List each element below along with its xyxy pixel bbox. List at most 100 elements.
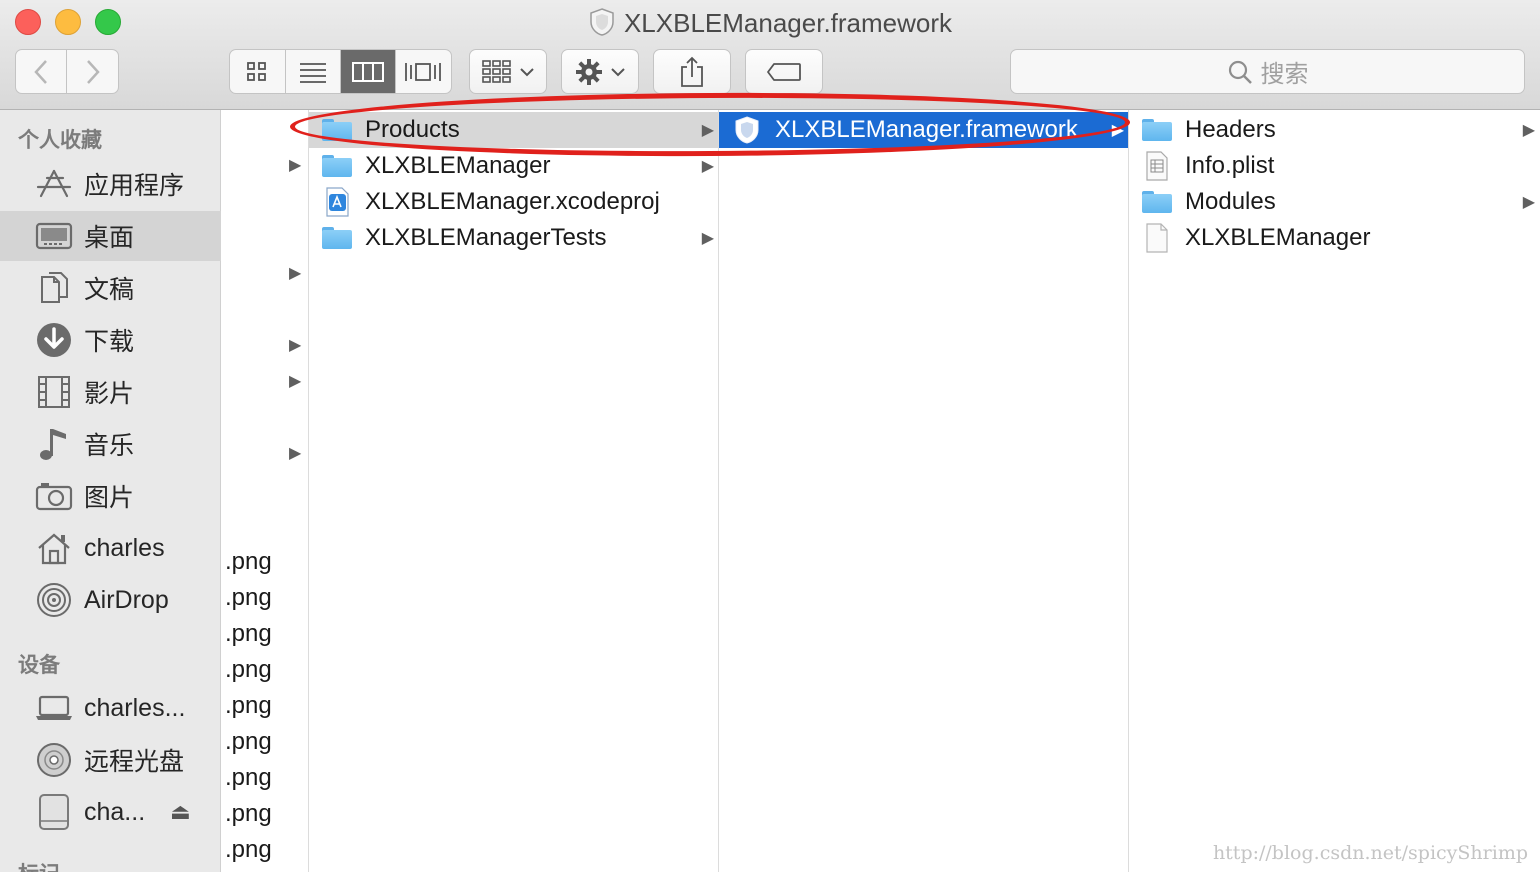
window-title-bar: XLXBLEManager.framework (0, 6, 1540, 45)
sidebar-section-devices: 设备 (18, 654, 60, 677)
column-view-button[interactable] (341, 50, 396, 93)
sidebar-item-home[interactable]: charles (0, 523, 221, 573)
sidebar-item-pictures[interactable]: 图片 (0, 471, 221, 521)
item-label: XLXBLEManagerTests (365, 224, 607, 251)
chevron-down-icon (611, 67, 625, 76)
xcodeproj-icon (321, 187, 353, 217)
sidebar-item-desktop[interactable]: 桌面 (0, 211, 221, 261)
file-name-fragment[interactable]: .png (225, 584, 272, 612)
sidebar-item-airdrop[interactable]: AirDrop (0, 575, 221, 625)
window-title: XLXBLEManager.framework (623, 8, 953, 38)
tags-button[interactable] (745, 49, 823, 94)
item-label: Info.plist (1185, 152, 1275, 179)
back-button[interactable] (16, 50, 68, 93)
sidebar-item-label: AirDrop (84, 585, 169, 614)
gear-icon (576, 58, 602, 85)
icon-view-button[interactable] (230, 50, 286, 93)
browser-column-2: XLXBLEManager.framework ▶ (719, 110, 1129, 872)
window-toolbar: XLXBLEManager.framework 搜索 (0, 0, 1540, 110)
disclosure-arrow-icon: ▶ (289, 157, 302, 174)
sidebar-item-label: 应用程序 (84, 172, 185, 200)
eject-icon[interactable]: ⏏ (170, 799, 191, 825)
item-label: XLXBLEManager.xcodeproj (365, 188, 660, 215)
watermark: http://blog.csdn.net/spicyShrimp (1212, 842, 1528, 864)
disclosure-arrow-icon: ▶ (701, 122, 714, 139)
sidebar-item-label: 桌面 (84, 224, 135, 252)
folder-icon (1141, 188, 1173, 216)
sidebar-item-label: 影片 (84, 380, 135, 408)
disclosure-arrow-icon: ▶ (289, 445, 302, 462)
action-menu-button[interactable] (561, 49, 639, 94)
file-name-fragment[interactable]: .png (225, 800, 272, 828)
sidebar: 个人收藏 应用程序 桌面 文稿 下载 影片 音乐 图片 charles AirD… (0, 110, 221, 872)
sidebar-item-external-drive[interactable]: cha... ⏏ (0, 787, 221, 837)
sidebar-item-computer[interactable]: charles... (0, 683, 221, 733)
blank-file-icon (1141, 223, 1173, 253)
applications-icon (34, 167, 74, 201)
list-view-button[interactable] (286, 50, 341, 93)
disclosure-arrow-icon: ▶ (289, 337, 302, 354)
cover-flow-view-button[interactable] (396, 50, 451, 93)
sidebar-item-applications[interactable]: 应用程序 (0, 159, 221, 209)
browser-column-1: Products ▶ XLXBLEManager ▶ XLXBLEManager… (309, 110, 719, 872)
disclosure-arrow-icon: ▶ (1522, 194, 1535, 211)
disc-icon (34, 743, 74, 777)
item-label: Products (365, 116, 460, 143)
browser-column-3: Headers ▶ Info.plist Modules ▶ XLXBLEMan… (1129, 110, 1540, 872)
nav-buttons (15, 49, 119, 94)
sidebar-item-label: charles (84, 533, 165, 562)
arrange-menu-button[interactable] (469, 49, 547, 94)
sidebar-item-downloads[interactable]: 下载 (0, 315, 221, 365)
external-drive-icon (34, 794, 74, 830)
list-item-xlxblemanager-binary[interactable]: XLXBLEManager (1129, 220, 1539, 256)
list-item-framework[interactable]: XLXBLEManager.framework ▶ (719, 112, 1128, 148)
sidebar-item-music[interactable]: 音乐 (0, 419, 221, 469)
chevron-right-icon (86, 59, 100, 84)
sidebar-item-movies[interactable]: 影片 (0, 367, 221, 417)
file-name-fragment[interactable]: .png (225, 548, 272, 576)
chevron-down-icon (520, 67, 534, 76)
sidebar-item-remote-disc[interactable]: 远程光盘 (0, 735, 221, 785)
file-name-fragment[interactable]: .png (225, 836, 272, 864)
arrange-grid-icon (482, 59, 511, 83)
tag-icon (767, 62, 801, 81)
sidebar-section-favorites: 个人收藏 (18, 129, 102, 152)
browser-column-0: ▶ ▶ ▶ ▶ ▶ .png .png .png .png .png .png … (221, 110, 309, 872)
list-item-xlxblemanagertests[interactable]: XLXBLEManagerTests ▶ (309, 220, 718, 256)
item-label: Headers (1185, 116, 1276, 143)
search-field[interactable]: 搜索 (1010, 49, 1525, 94)
sidebar-item-label: cha... (84, 797, 146, 826)
sidebar-item-documents[interactable]: 文稿 (0, 263, 221, 313)
sidebar-item-label: 音乐 (84, 432, 135, 460)
folder-icon (321, 152, 353, 180)
sidebar-item-label: charles... (84, 693, 186, 722)
list-item-info-plist[interactable]: Info.plist (1129, 148, 1539, 184)
sidebar-item-label: 图片 (84, 484, 135, 512)
share-button[interactable] (653, 49, 731, 94)
folder-icon (321, 224, 353, 252)
folder-icon (1141, 116, 1173, 144)
disclosure-arrow-icon: ▶ (289, 373, 302, 390)
item-label: Modules (1185, 188, 1276, 215)
file-name-fragment[interactable]: .png (225, 656, 272, 684)
disclosure-arrow-icon: ▶ (289, 265, 302, 282)
list-item-xlxblemanager-folder[interactable]: XLXBLEManager ▶ (309, 148, 718, 184)
item-label: XLXBLEManager (1185, 224, 1371, 251)
file-name-fragment[interactable]: .png (225, 692, 272, 720)
columns-icon (351, 61, 384, 82)
downloads-icon (34, 323, 74, 357)
file-name-fragment[interactable]: .png (225, 728, 272, 756)
list-item-products[interactable]: Products ▶ (309, 112, 718, 148)
file-name-fragment[interactable]: .png (225, 620, 272, 648)
disclosure-arrow-icon: ▶ (1522, 122, 1535, 139)
file-name-fragment[interactable]: .png (225, 764, 272, 792)
disclosure-arrow-icon: ▶ (1111, 122, 1124, 139)
list-item-modules[interactable]: Modules ▶ (1129, 184, 1539, 220)
disclosure-arrow-icon: ▶ (701, 158, 714, 175)
sidebar-section-tags: 标记 (18, 858, 60, 872)
forward-button[interactable] (67, 50, 118, 93)
list-item-headers[interactable]: Headers ▶ (1129, 112, 1539, 148)
share-icon (681, 56, 703, 87)
cover-flow-icon (405, 62, 442, 81)
list-item-xcodeproj[interactable]: XLXBLEManager.xcodeproj (309, 184, 718, 220)
